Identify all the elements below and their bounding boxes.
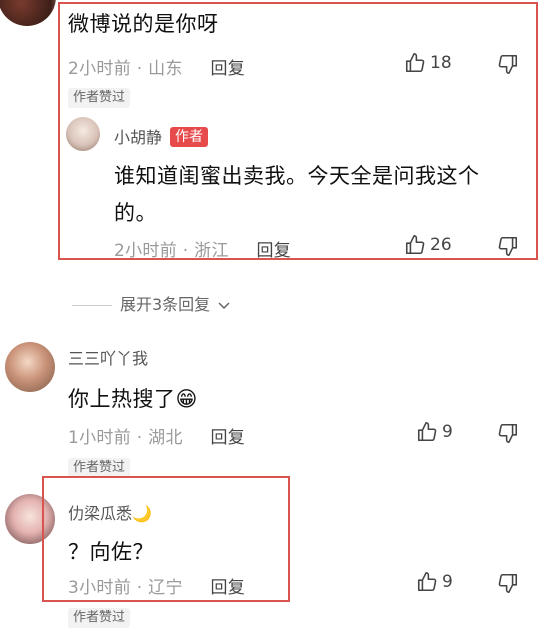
highlight-box [42, 476, 290, 602]
highlight-box [58, 2, 538, 260]
thumbs-up-icon [417, 422, 437, 442]
divider [72, 305, 112, 306]
expand-replies-label: 展开3条回复 [120, 295, 211, 314]
comment-meta: 1小时前 · 湖北 回复 [68, 428, 246, 448]
comment-time: 1小时前 [68, 428, 132, 448]
expand-replies-button[interactable]: 展开3条回复 [72, 291, 231, 315]
like-button[interactable]: 9 [416, 571, 453, 593]
thumbs-up-icon [417, 572, 437, 592]
author-liked-badge: 作者赞过 [68, 458, 131, 478]
like-count: 9 [442, 422, 453, 442]
chevron-down-icon [218, 301, 230, 309]
like-button[interactable]: 9 [416, 421, 453, 443]
reply-button[interactable]: 回复 [211, 428, 246, 448]
thumbs-down-icon[interactable] [497, 572, 519, 594]
comment-text: 你上热搜了😁 [68, 387, 198, 411]
comment-author-name: 三三吖丫我 [68, 349, 149, 368]
thumbs-down-icon[interactable] [497, 422, 519, 444]
avatar[interactable] [0, 0, 56, 26]
author-liked-badge: 作者赞过 [68, 608, 131, 628]
comment-location: 湖北 [148, 428, 183, 448]
like-count: 9 [442, 572, 453, 592]
avatar[interactable] [5, 342, 55, 392]
